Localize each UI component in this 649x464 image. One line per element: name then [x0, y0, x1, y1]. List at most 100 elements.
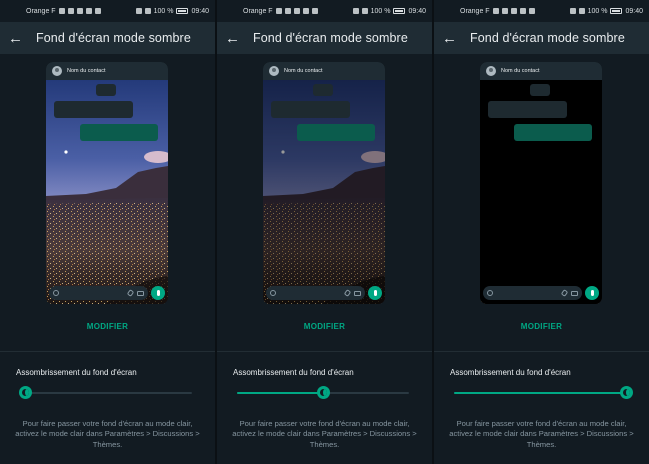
page-title: Fond d'écran mode sombre: [253, 31, 408, 45]
dark-mode-hint: Pour faire passer votre fond d'écran au …: [15, 419, 200, 449]
battery-icon: [176, 8, 189, 14]
carrier-label: Orange F: [26, 7, 56, 15]
vibrate-icon: [144, 8, 151, 14]
divider: [434, 351, 649, 352]
vibrate-icon: [578, 8, 585, 14]
vibrate-icon: [361, 8, 368, 14]
dimming-slider-label: Assombrissement du fond d'écran: [450, 368, 571, 377]
modify-wallpaper-button[interactable]: MODIFIER: [434, 322, 649, 331]
contact-avatar-icon: [269, 66, 279, 76]
battery-percent: 100 %: [587, 7, 608, 15]
emoji-icon: [270, 290, 276, 296]
emoji-icon: [53, 290, 59, 296]
attach-icon: [126, 289, 135, 297]
outgoing-message-bubble: [514, 124, 592, 141]
slider-fill: [454, 392, 626, 394]
brightness-icon: [22, 389, 30, 396]
settings-screen: Orange F 100 % 09:40 ← Fond d'écran mode…: [0, 0, 215, 464]
bluetooth-icon: [352, 8, 359, 14]
date-bubble: [530, 84, 550, 96]
incoming-message-bubble: [488, 101, 567, 118]
dark-mode-hint: Pour faire passer votre fond d'écran au …: [232, 419, 417, 449]
slider-thumb[interactable]: [317, 386, 330, 399]
contact-name: Nom du contact: [67, 68, 106, 74]
preview-chat-header: Nom du contact: [480, 62, 602, 80]
camera-icon: [354, 290, 361, 296]
arrow-back-icon[interactable]: ←: [8, 31, 23, 46]
camera-icon: [571, 290, 578, 296]
preview-message-input: [49, 286, 148, 300]
battery-icon: [610, 8, 623, 14]
brightness-icon: [320, 389, 327, 396]
app-bar: ← Fond d'écran mode sombre: [0, 22, 215, 54]
contact-name: Nom du contact: [501, 68, 540, 74]
preview-chat-header: Nom du contact: [263, 62, 385, 80]
outgoing-message-bubble: [297, 124, 375, 141]
wallpaper-preview: Nom du contact: [480, 62, 602, 304]
mic-icon: [151, 286, 165, 300]
slider-thumb[interactable]: [19, 386, 33, 399]
emoji-icon: [487, 290, 493, 296]
wifi-icon: [284, 8, 291, 14]
date-bubble: [96, 84, 116, 96]
settings-screen: Orange F 100 % 09:40 ← Fond d'écran mode…: [434, 0, 649, 464]
slider-thumb[interactable]: [620, 386, 633, 399]
wallpaper-preview: Nom du contact: [263, 62, 385, 304]
outgoing-message-bubble: [80, 124, 158, 141]
notification-icon: [510, 8, 517, 14]
divider: [217, 351, 432, 352]
dimming-slider[interactable]: [454, 386, 633, 400]
battery-icon: [393, 8, 406, 14]
clock: 09:40: [191, 7, 209, 15]
carrier-label: Orange F: [460, 7, 490, 15]
modify-wallpaper-button[interactable]: MODIFIER: [0, 322, 215, 331]
page-title: Fond d'écran mode sombre: [36, 31, 191, 45]
dimming-slider[interactable]: [19, 386, 192, 400]
slider-fill: [237, 392, 323, 394]
notification-icon: [302, 8, 309, 14]
preview-input-bar: [49, 286, 165, 300]
wifi-icon: [501, 8, 508, 14]
carrier-label: Orange F: [243, 7, 273, 15]
preview-message-input: [266, 286, 365, 300]
wallpaper-preview: Nom du contact: [46, 62, 168, 304]
divider: [0, 351, 215, 352]
notification-icon: [519, 8, 526, 14]
arrow-back-icon[interactable]: ←: [225, 31, 240, 46]
notification-icon: [528, 8, 535, 14]
clock: 09:40: [625, 7, 643, 15]
app-bar: ← Fond d'écran mode sombre: [217, 22, 432, 54]
modify-wallpaper-button[interactable]: MODIFIER: [217, 322, 432, 331]
notification-icon: [311, 8, 318, 14]
battery-percent: 100 %: [370, 7, 391, 15]
status-bar: Orange F 100 % 09:40: [217, 0, 432, 22]
signal-icon: [492, 8, 499, 14]
contact-name: Nom du contact: [284, 68, 323, 74]
brightness-icon: [623, 389, 630, 396]
notification-icon: [94, 8, 101, 14]
battery-percent: 100 %: [153, 7, 174, 15]
status-bar: Orange F 100 % 09:40: [434, 0, 649, 22]
bluetooth-icon: [569, 8, 576, 14]
settings-screen: Orange F 100 % 09:40 ← Fond d'écran mode…: [217, 0, 432, 464]
camera-icon: [137, 290, 144, 296]
date-bubble: [313, 84, 333, 96]
arrow-back-icon[interactable]: ←: [442, 31, 457, 46]
status-bar: Orange F 100 % 09:40: [0, 0, 215, 22]
dimming-slider[interactable]: [237, 386, 409, 400]
slider-track: [20, 392, 192, 394]
bluetooth-icon: [135, 8, 142, 14]
dimming-slider-label: Assombrissement du fond d'écran: [16, 368, 137, 377]
notification-icon: [293, 8, 300, 14]
app-bar: ← Fond d'écran mode sombre: [434, 22, 649, 54]
incoming-message-bubble: [271, 101, 350, 118]
screenshot-collage: Orange F 100 % 09:40 ← Fond d'écran mode…: [0, 0, 649, 464]
notification-icon: [85, 8, 92, 14]
mic-icon: [585, 286, 599, 300]
preview-chat-header: Nom du contact: [46, 62, 168, 80]
dark-mode-hint: Pour faire passer votre fond d'écran au …: [449, 419, 634, 449]
contact-avatar-icon: [52, 66, 62, 76]
signal-icon: [58, 8, 65, 14]
preview-input-bar: [266, 286, 382, 300]
page-title: Fond d'écran mode sombre: [470, 31, 625, 45]
